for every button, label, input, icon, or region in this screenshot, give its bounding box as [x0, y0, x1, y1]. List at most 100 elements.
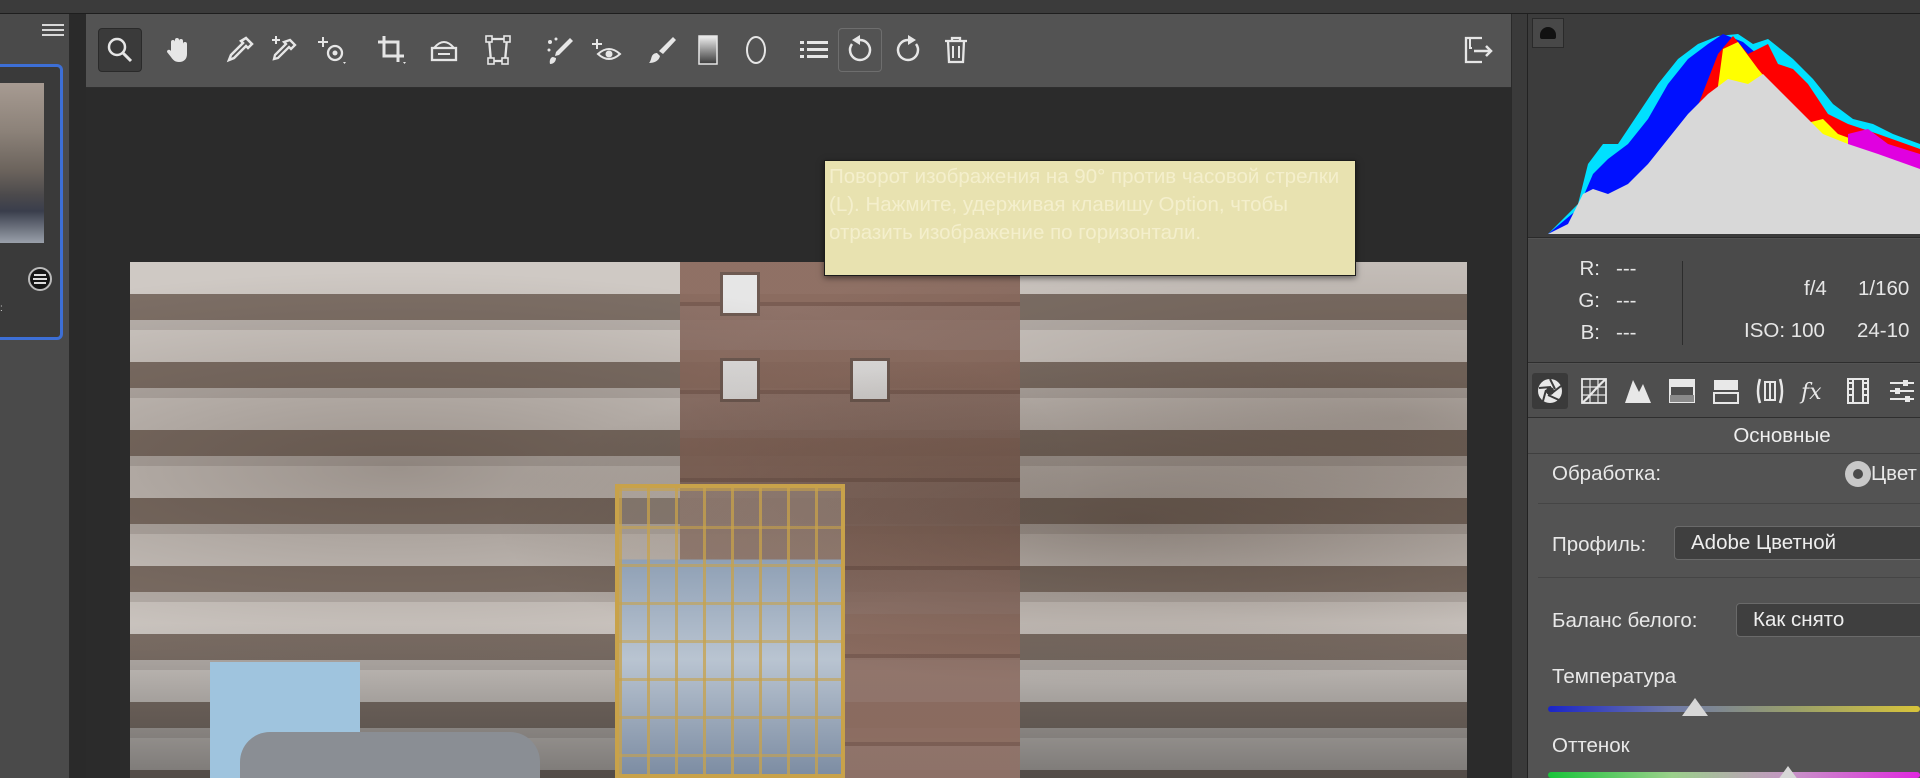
profile-label: Профиль:	[1552, 533, 1647, 556]
adjustment-brush-tool-button[interactable]	[640, 28, 684, 72]
filmstrip-item-selected[interactable]: :	[0, 64, 63, 340]
straighten-tool-button[interactable]	[422, 28, 466, 72]
white-balance-select[interactable]: Как снято	[1736, 603, 1920, 637]
fx-icon: fx	[1799, 380, 1822, 405]
graduated-filter-tool-button[interactable]	[686, 28, 730, 72]
adjustments-badge-icon	[28, 267, 52, 291]
treatment-label: Обработка:	[1552, 462, 1662, 485]
rotate-tooltip: Поворот изображения на 90° против часово…	[824, 160, 1356, 276]
treatment-color-radio[interactable]	[1845, 461, 1871, 487]
radial-filter-tool-button[interactable]	[734, 28, 778, 72]
zoom-tool-button[interactable]	[98, 28, 142, 72]
tab-detail[interactable]	[1620, 373, 1656, 409]
tab-hsl[interactable]	[1664, 373, 1700, 409]
hand-icon	[166, 38, 187, 62]
brush-icon	[649, 37, 676, 63]
aperture-icon	[1538, 378, 1562, 403]
temperature-label: Температура	[1552, 665, 1677, 688]
panel-tabs: fx	[1528, 364, 1920, 418]
photo-preview	[130, 262, 1467, 778]
image-canvas[interactable]: Поворот изображения на 90° против часово…	[86, 88, 1511, 778]
calibration-icon	[1847, 378, 1869, 404]
right-panel: R: --- G: --- B: --- f/4 1/160 ISO: 100 24-…	[1528, 14, 1920, 778]
temperature-slider-track[interactable]	[1548, 706, 1920, 712]
crop-icon	[378, 36, 406, 64]
hand-tool-button[interactable]	[156, 28, 200, 72]
rotate-cw-icon	[896, 35, 920, 62]
panel-title: Основные	[1528, 418, 1920, 454]
photo-car	[240, 732, 540, 778]
histogram	[1528, 14, 1920, 238]
export-icon	[1464, 36, 1493, 64]
list-icon	[800, 41, 828, 58]
tint-slider-thumb[interactable]	[1775, 766, 1801, 778]
rotate-right-button[interactable]	[886, 28, 930, 72]
iso-value: ISO: 100	[1744, 319, 1825, 342]
rotate-ccw-icon	[848, 35, 872, 62]
lens-value: 24-10	[1857, 319, 1910, 342]
shutter-value: 1/160	[1858, 277, 1910, 300]
histogram-graph	[1548, 34, 1920, 234]
trash-icon	[945, 36, 967, 64]
split-toning-icon	[1713, 380, 1739, 404]
tint-label: Оттенок	[1552, 734, 1630, 757]
white-balance-label: Баланс белого:	[1552, 609, 1698, 632]
eyedropper-icon	[226, 36, 254, 63]
treatment-color-label: Цвет	[1871, 462, 1917, 485]
lens-corrections-icon	[1756, 378, 1784, 404]
svg-text:fx: fx	[1799, 380, 1822, 405]
detail-icon	[1625, 380, 1651, 403]
transform-icon	[485, 35, 511, 65]
spot-removal-icon	[547, 37, 573, 64]
hsl-icon	[1669, 379, 1695, 403]
temperature-slider-thumb[interactable]	[1682, 698, 1708, 716]
graduated-filter-icon	[698, 35, 718, 65]
delete-button[interactable]	[934, 28, 978, 72]
color-sampler-tool-button[interactable]	[262, 28, 306, 72]
g-value: ---	[1616, 289, 1637, 312]
filmstrip-thumbnail	[0, 83, 44, 243]
tint-slider-track[interactable]	[1548, 772, 1920, 778]
filmstrip-label: :	[0, 303, 3, 314]
targeted-adjustment-icon	[318, 37, 346, 64]
red-eye-icon	[592, 39, 622, 60]
straighten-icon	[430, 41, 458, 62]
divider	[1538, 577, 1920, 578]
g-label: G:	[1578, 289, 1600, 312]
transform-tool-button[interactable]	[476, 28, 520, 72]
presets-icon	[1890, 380, 1914, 402]
tab-effects[interactable]: fx	[1796, 373, 1832, 409]
export-button[interactable]	[1456, 28, 1500, 72]
info-readout: R: --- G: --- B: --- f/4 1/160 ISO: 100 24-…	[1528, 239, 1920, 363]
tab-tone-curve[interactable]	[1576, 373, 1612, 409]
tab-calibration[interactable]	[1840, 373, 1876, 409]
toolbar	[86, 14, 1511, 88]
b-label: B:	[1580, 321, 1600, 344]
filmstrip-panel: :	[0, 14, 70, 778]
zoom-icon	[107, 37, 133, 63]
menu-icon[interactable]	[42, 24, 64, 40]
readout-separator	[1682, 261, 1683, 345]
r-label: R:	[1579, 257, 1601, 280]
tab-basic[interactable]	[1532, 373, 1568, 409]
r-value: ---	[1616, 257, 1637, 280]
tab-lens-corrections[interactable]	[1752, 373, 1788, 409]
tone-curve-icon	[1581, 378, 1607, 404]
crop-tool-button[interactable]	[370, 28, 414, 72]
rotate-left-button[interactable]	[838, 28, 882, 72]
radial-filter-icon	[746, 36, 766, 64]
white-balance-tool-button[interactable]	[218, 28, 262, 72]
b-value: ---	[1616, 321, 1637, 344]
profile-select[interactable]: Adobe Цветной	[1674, 526, 1920, 560]
panel-divider[interactable]	[1511, 14, 1528, 778]
title-strip	[0, 0, 1920, 14]
spot-removal-tool-button[interactable]	[538, 28, 582, 72]
targeted-adjustment-tool-button[interactable]	[310, 28, 354, 72]
tab-presets[interactable]	[1884, 373, 1920, 409]
color-sampler-icon	[272, 36, 297, 61]
tab-split-toning[interactable]	[1708, 373, 1744, 409]
photo-bottle-cage	[615, 484, 845, 778]
divider	[1538, 503, 1920, 504]
red-eye-tool-button[interactable]	[584, 28, 628, 72]
preferences-tool-button[interactable]	[792, 28, 836, 72]
